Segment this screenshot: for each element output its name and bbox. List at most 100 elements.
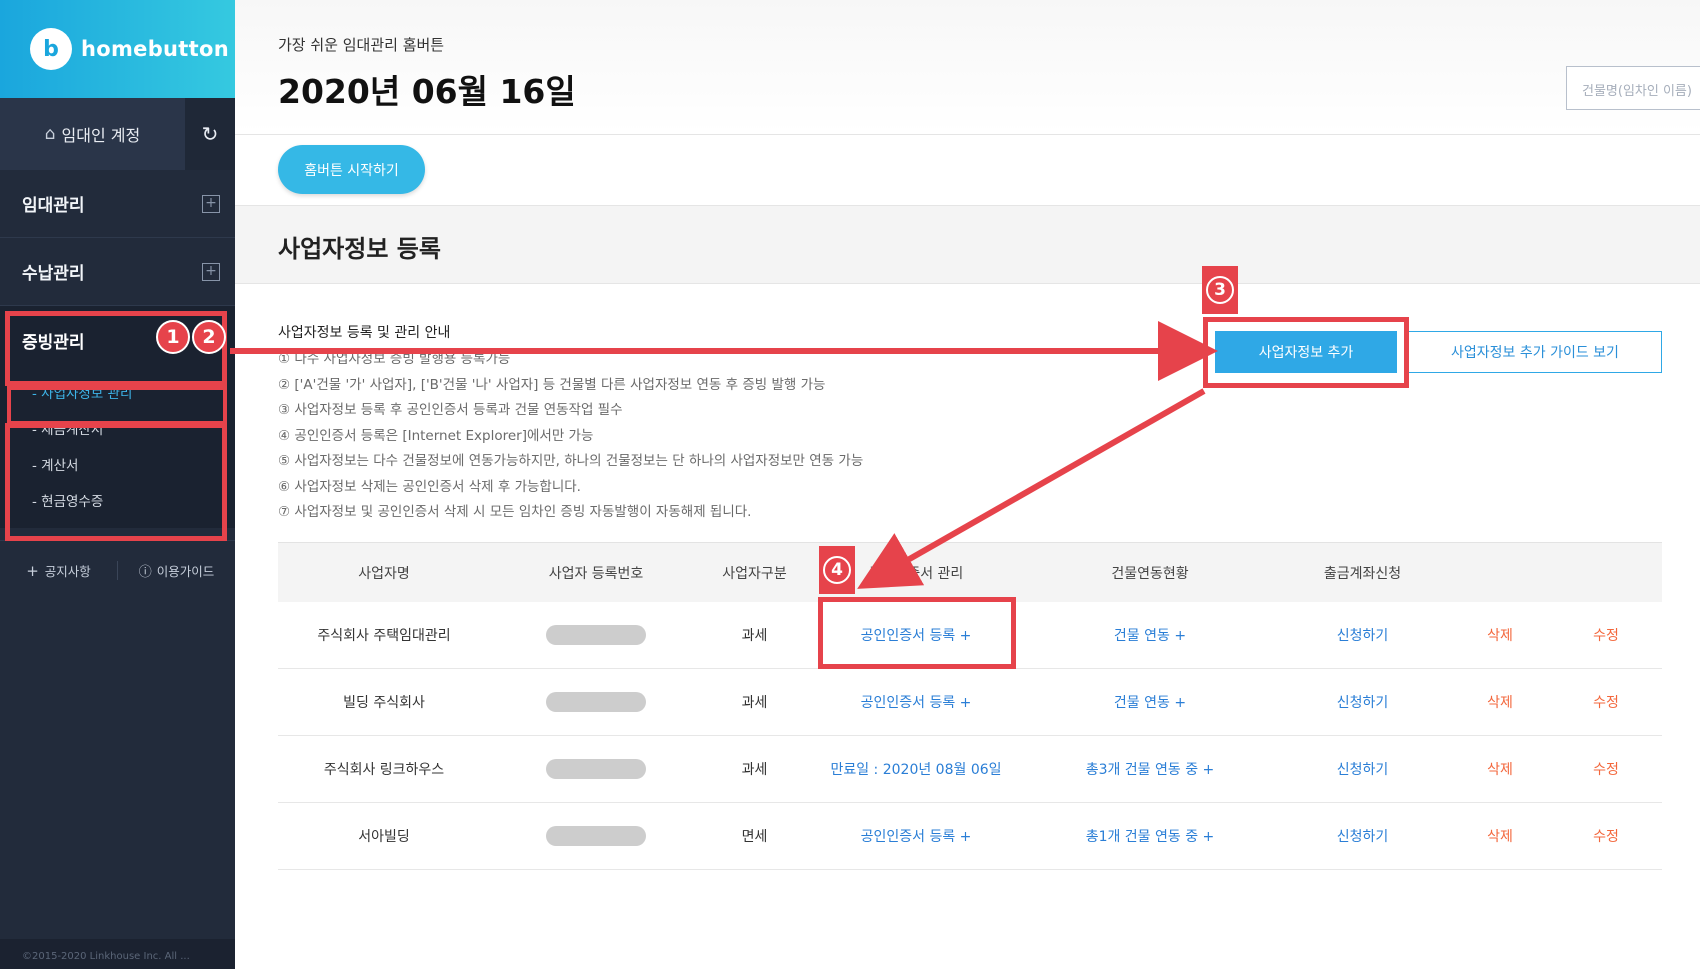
- submenu-tax-invoice[interactable]: - 세금계산서: [0, 410, 235, 446]
- edit-link[interactable]: 수정: [1550, 602, 1662, 668]
- step-badge-2: 2: [192, 320, 226, 354]
- building-link[interactable]: 총3개 건물 연동 중 +: [1025, 736, 1275, 802]
- home-icon: ⌂: [44, 124, 56, 144]
- account-apply-link[interactable]: 신청하기: [1275, 602, 1450, 668]
- guide-line: ⑦ 사업자정보 및 공인인증서 삭제 시 모든 임차인 증빙 자동발행이 자동해…: [278, 504, 752, 520]
- reg-number-masked: [490, 669, 702, 735]
- add-guide-button[interactable]: 사업자정보 추가 가이드 보기: [1408, 331, 1662, 373]
- section-bar: 사업자정보 등록: [235, 206, 1700, 284]
- step-badge-4: 4: [819, 546, 855, 594]
- account-button[interactable]: ⌂ 임대인 계정: [0, 98, 185, 170]
- add-business-info-button[interactable]: 사업자정보 추가: [1215, 331, 1397, 373]
- account-label: 임대인 계정: [61, 126, 141, 145]
- step-badge-1: 1: [156, 320, 190, 354]
- col-header: 사업자 등록번호: [548, 565, 644, 582]
- col-header: [1450, 543, 1550, 602]
- step-badge-3: 3: [1202, 266, 1238, 314]
- expand-plus-icon[interactable]: +: [202, 194, 220, 213]
- guide-line: ② ['A'건물 '가' 사업자], ['B'건물 '나' 사업자] 등 건물별…: [278, 376, 826, 393]
- business-type: 과세: [741, 628, 768, 644]
- reg-number-masked: [490, 602, 702, 668]
- guide-line: ⑥ 사업자정보 삭제는 공인인증서 삭제 후 가능합니다.: [278, 478, 581, 495]
- masked-value: [546, 692, 646, 712]
- step-badge-3-number: 3: [1206, 276, 1234, 304]
- logo[interactable]: b homebutton: [0, 0, 235, 98]
- account-apply-link[interactable]: 신청하기: [1275, 669, 1450, 735]
- table-row: 서아빌딩 면세 공인인증서 등록 + 총1개 건물 연동 중 + 신청하기 삭제…: [278, 803, 1662, 870]
- reg-number-masked: [490, 736, 702, 802]
- tagline: 가장 쉬운 임대관리 홈버튼: [278, 36, 445, 54]
- masked-value: [546, 625, 646, 645]
- business-type: 과세: [741, 762, 768, 778]
- guide-title: 사업자정보 등록 및 관리 안내: [278, 325, 451, 341]
- page-title: 사업자정보 등록: [278, 235, 441, 263]
- business-name: 주식회사 링크하우스: [323, 762, 445, 778]
- cert-register-link[interactable]: 공인인증서 등록 +: [807, 602, 1025, 668]
- sidebar-item-label: 수납관리: [22, 264, 85, 284]
- cert-register-link[interactable]: 공인인증서 등록 +: [807, 803, 1025, 869]
- table-row: 주식회사 링크하우스 과세 만료일 : 2020년 08월 06일 총3개 건물…: [278, 736, 1662, 803]
- col-header: 사업자명: [358, 565, 410, 582]
- guide-line: ⑤ 사업자정보는 다수 건물정보에 연동가능하지만, 하나의 건물정보는 단 하…: [278, 453, 864, 469]
- building-link[interactable]: 건물 연동 +: [1025, 669, 1275, 735]
- edit-link[interactable]: 수정: [1550, 803, 1662, 869]
- sidebar-links: + 공지사항 ⓘ 이용가이드: [0, 540, 235, 600]
- edit-link[interactable]: 수정: [1550, 736, 1662, 802]
- guide-line: ④ 공인인증서 등록은 [Internet Explorer]에서만 가능: [278, 427, 594, 444]
- business-name: 주식회사 주택임대관리: [317, 628, 451, 644]
- submenu-invoice[interactable]: - 계산서: [0, 446, 235, 482]
- delete-link[interactable]: 삭제: [1450, 602, 1550, 668]
- building-link[interactable]: 건물 연동 +: [1025, 602, 1275, 668]
- notice-link[interactable]: + 공지사항: [0, 561, 117, 580]
- business-name: 빌딩 주식회사: [343, 695, 425, 711]
- business-type: 면세: [741, 829, 768, 845]
- expand-plus-icon[interactable]: +: [202, 262, 220, 281]
- evidence-submenu: - 사업자정보 관리 - 세금계산서 - 계산서 - 현금영수증: [0, 374, 235, 528]
- col-header: 출금계좌신청: [1323, 565, 1402, 582]
- col-header: 사업자구분: [722, 565, 787, 582]
- edit-link[interactable]: 수정: [1550, 669, 1662, 735]
- sidebar-item-label: 증빙관리: [22, 332, 85, 353]
- refresh-icon[interactable]: ↻: [185, 98, 235, 170]
- delete-link[interactable]: 삭제: [1450, 803, 1550, 869]
- account-row: ⌂ 임대인 계정 ↻: [0, 98, 235, 170]
- guide-line: ① 다수 사업자정보 증빙 발행용 등록가능: [278, 351, 511, 367]
- logo-text: homebutton: [81, 37, 229, 61]
- sidebar-item-label: 임대관리: [22, 196, 85, 216]
- table-row: 주식회사 주택임대관리 과세 공인인증서 등록 + 건물 연동 + 신청하기 삭…: [278, 602, 1662, 669]
- cert-expiry-link[interactable]: 만료일 : 2020년 08월 06일: [807, 736, 1025, 802]
- start-homebutton-button[interactable]: 홈버튼 시작하기: [278, 145, 425, 194]
- account-apply-link[interactable]: 신청하기: [1275, 736, 1450, 802]
- col-header: 건물연동현황: [1111, 565, 1189, 582]
- submenu-cash-receipt[interactable]: - 현금영수증: [0, 482, 235, 518]
- submenu-business-info[interactable]: - 사업자정보 관리: [0, 374, 235, 410]
- copyright: ©2015-2020 Linkhouse Inc. All ...: [0, 939, 235, 969]
- delete-link[interactable]: 삭제: [1450, 736, 1550, 802]
- step-badge-4-number: 4: [823, 556, 851, 584]
- header: 가장 쉬운 임대관리 홈버튼 2020년 06월 16일 건물명(임차인 이름): [235, 0, 1700, 135]
- masked-value: [546, 759, 646, 779]
- table-header: 사업자명 사업자 등록번호 사업자구분 공인인증서 관리 건물연동현황 출금계좌…: [278, 542, 1662, 602]
- delete-link[interactable]: 삭제: [1450, 669, 1550, 735]
- date-title: 2020년 06월 16일: [278, 72, 576, 111]
- sidebar: b homebutton ⌂ 임대인 계정 ↻ 임대관리 + 수납관리 + 증빙…: [0, 0, 235, 969]
- business-table: 사업자명 사업자 등록번호 사업자구분 공인인증서 관리 건물연동현황 출금계좌…: [278, 542, 1662, 870]
- start-bar: 홈버튼 시작하기: [235, 136, 1700, 206]
- masked-value: [546, 826, 646, 846]
- sidebar-item-rental[interactable]: 임대관리 +: [0, 170, 235, 238]
- search-input[interactable]: 건물명(임차인 이름): [1566, 66, 1700, 110]
- table-row: 빌딩 주식회사 과세 공인인증서 등록 + 건물 연동 + 신청하기 삭제 수정: [278, 669, 1662, 736]
- guide-link[interactable]: ⓘ 이용가이드: [117, 561, 235, 580]
- guide-line: ③ 사업자정보 등록 후 공인인증서 등록과 건물 연동작업 필수: [278, 402, 623, 418]
- logo-mark-icon: b: [30, 28, 72, 70]
- guide-notice: 사업자정보 등록 및 관리 안내 ① 다수 사업자정보 증빙 발행용 등록가능 …: [278, 322, 863, 526]
- col-header: [1550, 543, 1662, 602]
- sidebar-item-payment[interactable]: 수납관리 +: [0, 238, 235, 306]
- guide-label: 이용가이드: [156, 564, 215, 579]
- account-apply-link[interactable]: 신청하기: [1275, 803, 1450, 869]
- cert-register-link[interactable]: 공인인증서 등록 +: [807, 669, 1025, 735]
- business-type: 과세: [741, 695, 768, 711]
- reg-number-masked: [490, 803, 702, 869]
- business-name: 서아빌딩: [358, 829, 410, 845]
- building-link[interactable]: 총1개 건물 연동 중 +: [1025, 803, 1275, 869]
